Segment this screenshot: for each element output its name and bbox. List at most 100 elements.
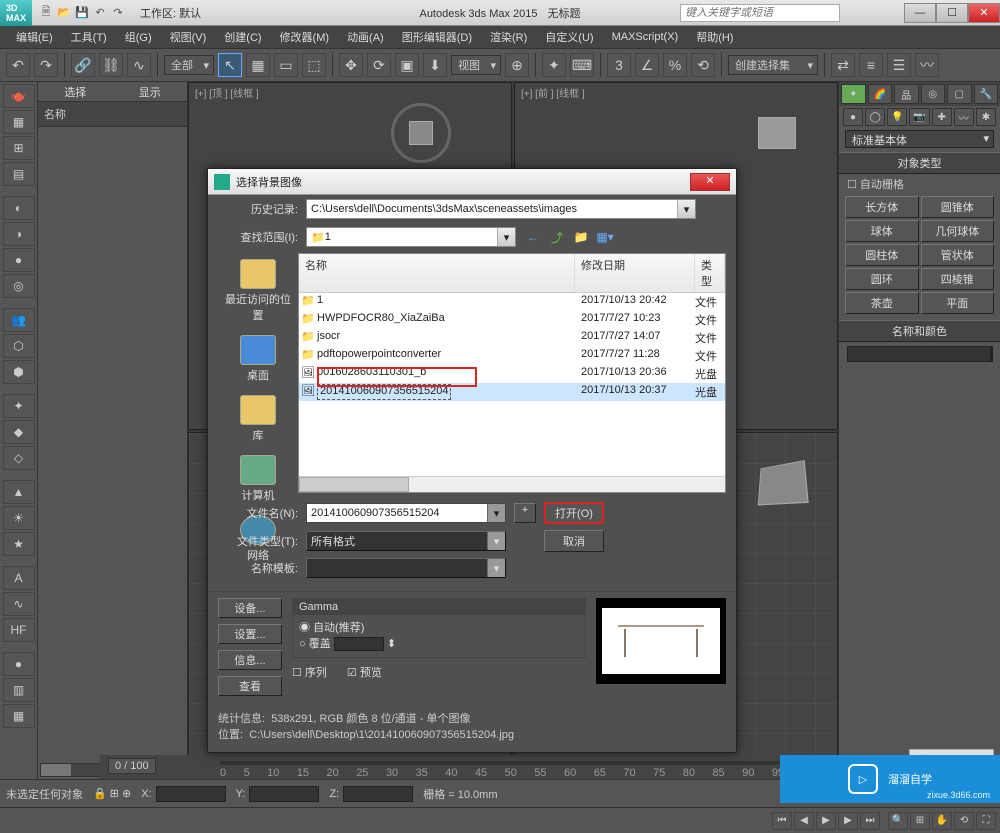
select-name-button[interactable]: ▦ [246, 53, 270, 77]
tab-display[interactable]: 显示 [113, 82, 188, 102]
redo-icon[interactable]: ↷ [110, 5, 126, 21]
open-button[interactable]: 打开(O) [544, 502, 604, 524]
filetype-combo[interactable]: 所有格式▾ [306, 531, 506, 551]
preview-checkbox[interactable]: ☑ 预览 [347, 664, 382, 680]
save-icon[interactable]: 💾 [74, 5, 90, 21]
tool-icon[interactable]: ◇ [3, 446, 35, 470]
view-button[interactable]: 查看 [218, 676, 282, 696]
menu-tools[interactable]: 工具(T) [63, 27, 115, 47]
menu-group[interactable]: 组(G) [117, 27, 160, 47]
orbit-icon[interactable]: ⟲ [954, 812, 974, 830]
tool-icon[interactable]: ⬡ [3, 334, 35, 358]
gamma-auto-radio[interactable]: ◉ 自动(推荐) [299, 619, 579, 635]
gamma-override-radio[interactable]: ○ 覆盖 ⬍ [299, 635, 579, 651]
open-icon[interactable]: 📂 [56, 5, 72, 21]
prim-geosphere[interactable]: 几何球体 [921, 220, 995, 242]
tool-icon[interactable]: ▦ [3, 704, 35, 728]
tool-icon[interactable]: ◑ [3, 222, 35, 246]
prim-torus[interactable]: 圆环 [845, 268, 919, 290]
goto-start-icon[interactable]: ⏮ [772, 812, 792, 830]
scrollbar[interactable] [299, 476, 725, 492]
cameras-icon[interactable]: 📷 [909, 108, 929, 126]
place-computer[interactable]: 计算机 [218, 449, 298, 509]
utilities-tab-icon[interactable]: 🔧 [974, 84, 999, 104]
helpers-icon[interactable]: ✚ [932, 108, 952, 126]
named-selection-set[interactable]: 创建选择集 [728, 55, 818, 75]
viewmenu-icon[interactable]: ▦▾ [596, 228, 614, 246]
undo-button[interactable]: ↶ [6, 53, 30, 77]
x-input[interactable] [156, 786, 226, 802]
snap-toggle[interactable]: 3 [607, 53, 631, 77]
place-button[interactable]: ⬇ [423, 53, 447, 77]
tool-icon[interactable]: ∿ [3, 592, 35, 616]
goto-end-icon[interactable]: ⏭ [860, 812, 880, 830]
undo-icon[interactable]: ↶ [92, 5, 108, 21]
manip-icon[interactable]: ✦ [542, 53, 566, 77]
display-tab-icon[interactable]: ▢ [947, 84, 972, 104]
tool-icon[interactable]: ★ [3, 532, 35, 556]
mirror-button[interactable]: ⇄ [831, 53, 855, 77]
unlink-icon[interactable]: ⛓ [99, 53, 123, 77]
rollout-objtype[interactable]: 对象类型 [839, 152, 1000, 174]
tool-icon[interactable]: ◎ [3, 274, 35, 298]
menu-animation[interactable]: 动画(A) [339, 27, 392, 47]
viewcube-icon[interactable] [391, 103, 451, 163]
curve-editor-icon[interactable]: 〰 [915, 53, 939, 77]
prim-sphere[interactable]: 球体 [845, 220, 919, 242]
add-button[interactable]: + [514, 503, 536, 523]
tool-icon[interactable]: ▤ [3, 162, 35, 186]
play-icon[interactable]: ▶ [816, 812, 836, 830]
device-button[interactable]: 设备... [218, 598, 282, 618]
frame-indicator[interactable]: 0 / 100 [108, 758, 156, 774]
selection-filter[interactable]: 全部 [164, 55, 214, 75]
place-recent[interactable]: 最近访问的位置 [218, 253, 298, 329]
col-type[interactable]: 类型 [695, 254, 725, 292]
dialog-close-button[interactable]: ✕ [690, 173, 730, 191]
menu-render[interactable]: 渲染(R) [482, 27, 535, 47]
viewcube-icon[interactable] [747, 103, 807, 163]
percent-snap-icon[interactable]: % [663, 53, 687, 77]
bind-icon[interactable]: ∿ [127, 53, 151, 77]
spacewarps-icon[interactable]: 〰 [954, 108, 974, 126]
geometry-icon[interactable]: ● [843, 108, 863, 126]
select-button[interactable]: ↖ [218, 53, 242, 77]
place-library[interactable]: 库 [218, 389, 298, 449]
tool-icon[interactable]: ✦ [3, 394, 35, 418]
systems-icon[interactable]: ✱ [976, 108, 996, 126]
window-crossing-icon[interactable]: ⬚ [302, 53, 326, 77]
maximize-vp-icon[interactable]: ⛶ [976, 812, 996, 830]
tool-icon[interactable]: ● [3, 652, 35, 676]
zoom-all-icon[interactable]: ⊞ [910, 812, 930, 830]
modify-tab-icon[interactable]: 🌈 [868, 84, 893, 104]
tab-select[interactable]: 选择 [38, 82, 113, 102]
rect-region-icon[interactable]: ▭ [274, 53, 298, 77]
up-icon[interactable]: ⤴ [548, 228, 566, 246]
tool-icon[interactable]: A [3, 566, 35, 590]
y-input[interactable] [249, 786, 319, 802]
file-list[interactable]: 名称 修改日期 类型 📁12017/10/13 20:42文件📁HWPDFOCR… [298, 253, 726, 493]
tool-icon[interactable]: HF [3, 618, 35, 642]
spinner-snap-icon[interactable]: ⟲ [691, 53, 715, 77]
align-button[interactable]: ≡ [859, 53, 883, 77]
menu-modifier[interactable]: 修改器(M) [272, 27, 338, 47]
tool-icon[interactable]: ⬢ [3, 360, 35, 384]
autogrid-checkbox[interactable]: ☐ 自动栅格 [839, 174, 1000, 194]
layers-icon[interactable]: ☰ [887, 53, 911, 77]
tool-icon[interactable]: ◆ [3, 420, 35, 444]
info-button[interactable]: 信息... [218, 650, 282, 670]
history-combo[interactable]: C:\Users\dell\Documents\3dsMax\sceneasse… [306, 199, 696, 219]
newfolder-icon[interactable]: 📁 [572, 228, 590, 246]
menu-grapheditor[interactable]: 图形编辑器(D) [394, 27, 480, 47]
time-slider[interactable]: 0 / 100 05101520253035404550556065707580… [100, 755, 830, 779]
rollout-namecolor[interactable]: 名称和颜色 [839, 320, 1000, 342]
help-search-input[interactable] [680, 4, 840, 22]
filename-input[interactable]: 201410060907356515204▾ [306, 503, 506, 523]
column-name[interactable]: 名称 [38, 102, 187, 127]
zoom-icon[interactable]: 🔍 [888, 812, 908, 830]
pivot-icon[interactable]: ⊕ [505, 53, 529, 77]
sequence-checkbox[interactable]: ☐ 序列 [292, 664, 327, 680]
file-row[interactable]: 🖼0016028603110301_b2017/10/13 20:36光盘 [299, 365, 725, 383]
tool-icon[interactable]: ▦ [3, 110, 35, 134]
file-row[interactable]: 📁pdftopowerpointconverter2017/7/27 11:28… [299, 347, 725, 365]
lights-icon[interactable]: 💡 [887, 108, 907, 126]
